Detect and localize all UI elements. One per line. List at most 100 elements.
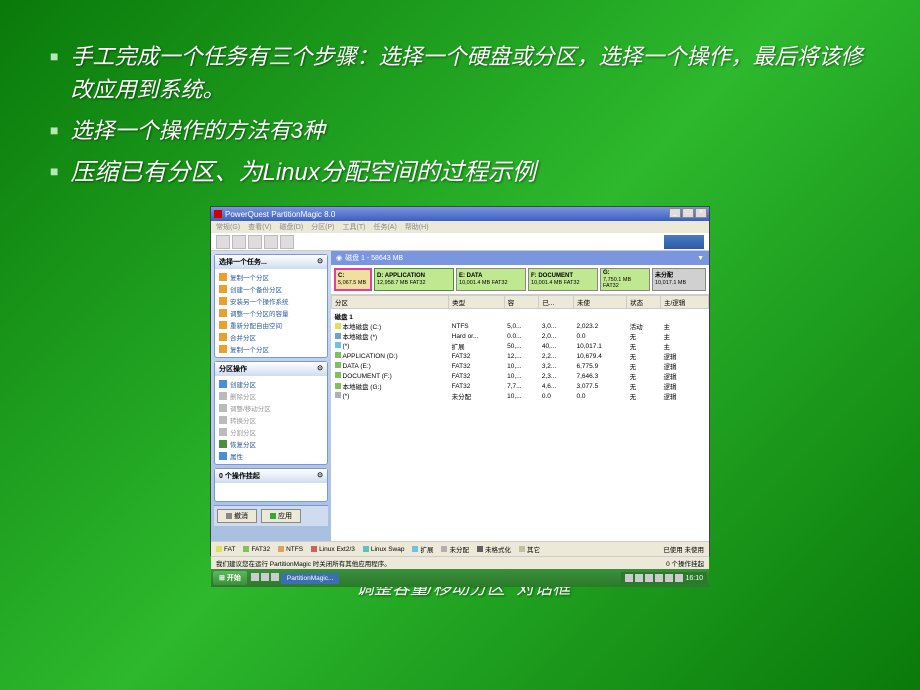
- op-label: 调整/移动分区: [230, 403, 271, 413]
- wizard-icon: [219, 345, 227, 353]
- ops-panel: 分区操作⊙ 创建分区 删除分区 调整/移动分区 转换分区 分割分区 恢复分区 属…: [214, 361, 328, 465]
- task-resize[interactable]: 调整一个分区的容量: [219, 307, 323, 319]
- toolbar-icon[interactable]: [248, 235, 262, 249]
- collapse-icon[interactable]: ⊙: [317, 471, 323, 481]
- partition-size: 10,001.4 MB: [531, 280, 562, 286]
- tasks-panel: 选择一个任务... ⊙ 复制一个分区 创建一个备份分区 安装另一个操作系统 调整一…: [214, 254, 328, 358]
- collapse-icon[interactable]: ⊙: [317, 364, 323, 374]
- bullet-text-1: 手工完成一个任务有三个步骤：选择一个硬盘或分区，选择一个操作，最后将该修改应用到…: [70, 40, 870, 106]
- partition-f[interactable]: F: DOCUMENT 10,001.4 MB FAT32: [528, 268, 598, 291]
- bullet-text-3: 压缩已有分区、为Linux分配空间的过程示例: [70, 155, 535, 191]
- tasks-panel-title: 选择一个任务...: [219, 257, 267, 267]
- table-header-cell[interactable]: 容: [504, 296, 539, 309]
- task-merge[interactable]: 合并分区: [219, 331, 323, 343]
- table-row[interactable]: DATA (E:)FAT3210,...3,2...6,775.9无逻辑: [332, 361, 709, 371]
- partition-size: 5,067.5 MB: [338, 280, 368, 286]
- op-label: 转换分区: [230, 415, 256, 425]
- quicklaunch-icon[interactable]: [271, 573, 279, 581]
- quicklaunch-icon[interactable]: [251, 573, 259, 581]
- partition-unallocated[interactable]: 未分配 10,017.1 MB: [652, 268, 706, 291]
- tray-icon[interactable]: [675, 574, 683, 582]
- table-header-cell[interactable]: 分区: [332, 296, 449, 309]
- tray-icon[interactable]: [645, 574, 653, 582]
- task-redistribute[interactable]: 重新分配自由空间: [219, 319, 323, 331]
- collapse-icon[interactable]: ⊙: [317, 257, 323, 267]
- task-create-backup[interactable]: 创建一个备份分区: [219, 283, 323, 295]
- partition-c[interactable]: C: 5,067.5 MB: [334, 268, 372, 291]
- disk-map: C: 5,067.5 MB D: APPLICATION 12,958.7 MB…: [331, 265, 709, 295]
- disk-icon: ◉: [336, 254, 342, 262]
- op-label: 创建分区: [230, 379, 256, 389]
- quicklaunch-icon[interactable]: [261, 573, 269, 581]
- table-header-cell[interactable]: 类型: [449, 296, 504, 309]
- toolbar-icon[interactable]: [216, 235, 230, 249]
- table-row[interactable]: (*)未分配10,...0.00.0无逻辑: [332, 391, 709, 401]
- table-row[interactable]: (*)扩展50,...40,...10,017.1无主: [332, 341, 709, 351]
- partition-d[interactable]: D: APPLICATION 12,958.7 MB FAT32: [374, 268, 454, 291]
- table-row[interactable]: 本地磁盘 (*)Hard or...0.0...2,0...0.0无主: [332, 331, 709, 341]
- task-label: 复制一个分区: [230, 344, 269, 354]
- minimize-button[interactable]: _: [669, 208, 681, 218]
- op-properties[interactable]: 属性: [219, 450, 323, 462]
- task-install-os[interactable]: 安装另一个操作系统: [219, 295, 323, 307]
- pending-panel: 0 个操作挂起 ⊙: [214, 468, 328, 502]
- menu-help[interactable]: 帮助(H): [405, 222, 429, 232]
- table-header-cell[interactable]: 主/逻辑: [660, 296, 708, 309]
- toolbar-icon[interactable]: [264, 235, 278, 249]
- app-icon: [214, 210, 222, 218]
- partition-table: 分区类型容已...未使状态主/逻辑 磁盘 1本地磁盘 (C:)NTFS5,0..…: [331, 295, 709, 401]
- clock[interactable]: 16:10: [685, 575, 703, 582]
- table-row[interactable]: 本地磁盘 (G:)FAT327,7...4,6...3,077.5无逻辑: [332, 381, 709, 391]
- maximize-button[interactable]: □: [682, 208, 694, 218]
- toolbar-icon[interactable]: [280, 235, 294, 249]
- disk-selector[interactable]: ◉ 磁盘 1 - 58643 MB ▼: [331, 251, 709, 265]
- taskbar-app[interactable]: PartitionMagic...: [281, 573, 340, 584]
- menu-partition[interactable]: 分区(P): [311, 222, 334, 232]
- toolbar-icon[interactable]: [232, 235, 246, 249]
- close-button[interactable]: ×: [695, 208, 707, 218]
- op-recover[interactable]: 恢复分区: [219, 438, 323, 450]
- task-label: 合并分区: [230, 332, 256, 342]
- titlebar[interactable]: PowerQuest PartitionMagic 8.0 _ □ ×: [211, 207, 709, 221]
- table-header-cell[interactable]: 已...: [539, 296, 574, 309]
- op-split: 分割分区: [219, 426, 323, 438]
- table-row[interactable]: APPLICATION (D:)FAT3212,...2,2...10,679.…: [332, 351, 709, 361]
- table-row[interactable]: 本地磁盘 (C:)NTFS5,0...3,0...2,023.2活动主: [332, 321, 709, 331]
- brand-logo: [664, 235, 704, 249]
- undo-button[interactable]: 撤消: [217, 509, 257, 523]
- menu-tasks[interactable]: 任务(A): [373, 222, 396, 232]
- op-label: 删除分区: [230, 391, 256, 401]
- partition-g[interactable]: G: 7,750.1 MB FAT32: [600, 268, 650, 291]
- start-button[interactable]: ⊞ 开始: [213, 571, 247, 585]
- menu-general[interactable]: 常规(G): [216, 222, 240, 232]
- wizard-icon: [219, 321, 227, 329]
- task-label: 重新分配自由空间: [230, 320, 282, 330]
- wizard-icon: [219, 309, 227, 317]
- apply-button[interactable]: 应用: [261, 509, 301, 523]
- tray-icon[interactable]: [625, 574, 633, 582]
- task-copy-partition[interactable]: 复制一个分区: [219, 271, 323, 283]
- partition-size: 12,958.7 MB: [377, 280, 408, 286]
- status-right: 0 个操作挂起: [666, 558, 704, 568]
- menu-disk[interactable]: 磁盘(D): [279, 222, 303, 232]
- tray-icon[interactable]: [655, 574, 663, 582]
- tray-icon[interactable]: [635, 574, 643, 582]
- create-icon: [219, 380, 227, 388]
- pending-title: 0 个操作挂起: [219, 471, 260, 481]
- menu-view[interactable]: 查看(V): [248, 222, 271, 232]
- tray-icon[interactable]: [665, 574, 673, 582]
- status-left: 我们建议您在运行 PartitionMagic 时关闭所有其他应用程序。: [216, 558, 391, 568]
- disk-row[interactable]: 磁盘 1: [332, 309, 709, 322]
- table-row[interactable]: DOCUMENT (F:)FAT3210,...2,3...7,646.3无逻辑: [332, 371, 709, 381]
- table-header-cell[interactable]: 状态: [627, 296, 661, 309]
- task-copy[interactable]: 复制一个分区: [219, 343, 323, 355]
- menu-tools[interactable]: 工具(T): [343, 222, 366, 232]
- partition-fs: FAT32: [564, 280, 580, 286]
- bullet-marker-icon: ■: [50, 163, 58, 179]
- legend-item: FAT32: [243, 544, 270, 554]
- op-create[interactable]: 创建分区: [219, 378, 323, 390]
- table-header-cell[interactable]: 未使: [574, 296, 627, 309]
- partition-e[interactable]: E: DATA 10,001.4 MB FAT32: [456, 268, 526, 291]
- dropdown-icon[interactable]: ▼: [697, 255, 704, 262]
- bullet-2: ■ 选择一个操作的方法有3种: [50, 114, 870, 147]
